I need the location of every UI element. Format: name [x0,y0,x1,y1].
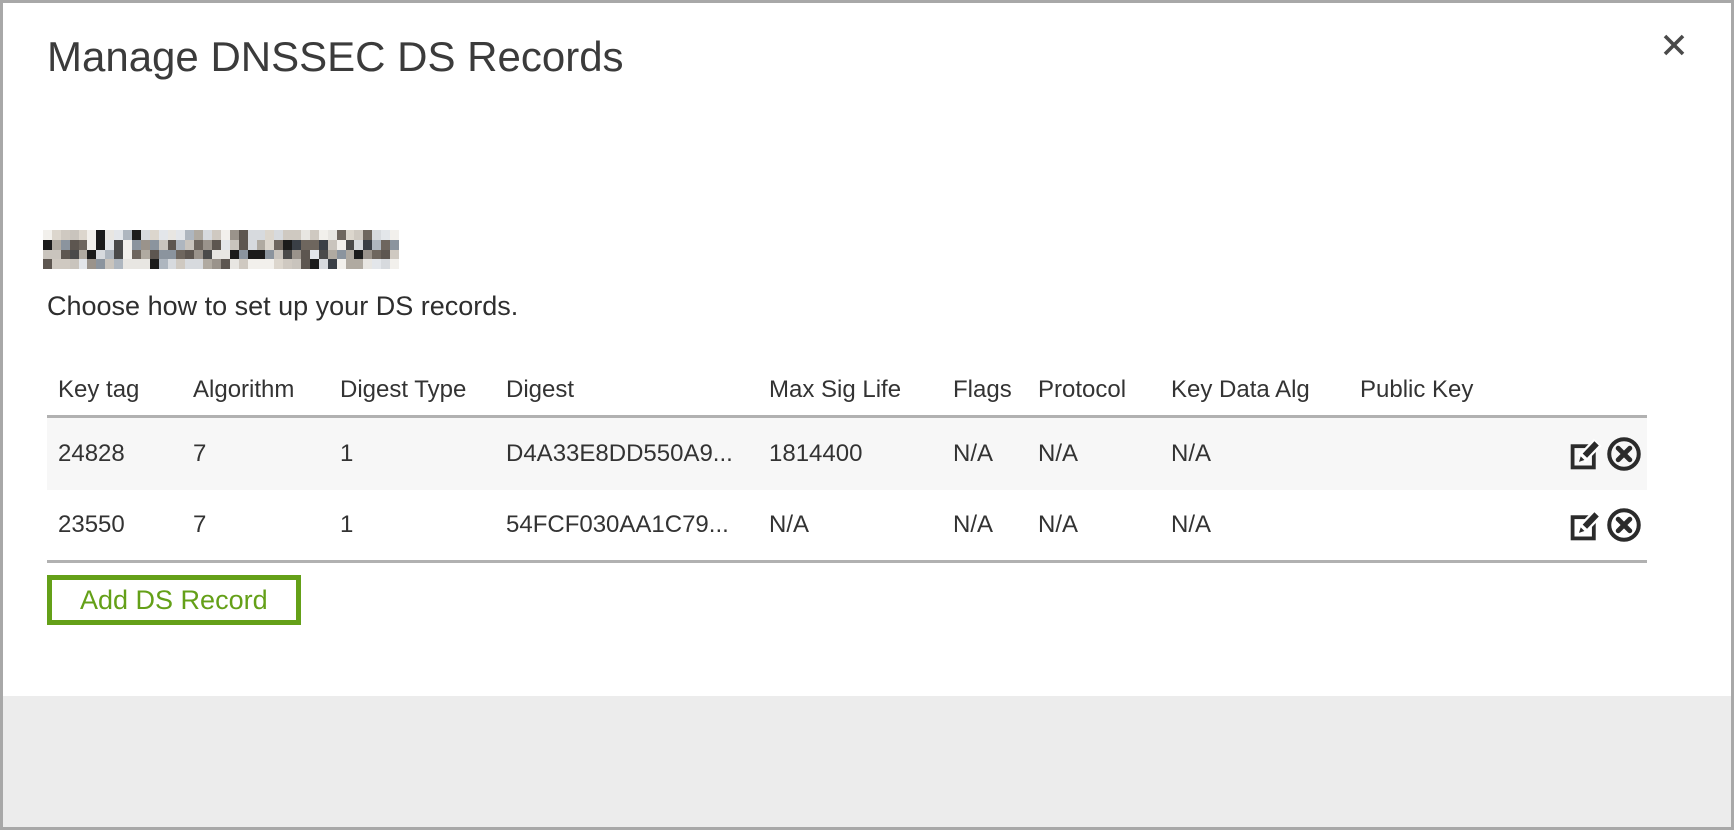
cell-digest: D4A33E8DD550A9... [506,440,769,468]
table-row: 24828 7 1 D4A33E8DD550A9... 1814400 N/A … [47,418,1647,490]
cell-algorithm: 7 [193,511,340,539]
table-header-row: Key tagAlgorithmDigest TypeDigestMax Sig… [47,365,1647,415]
cell-key-data-alg: N/A [1171,511,1360,539]
instruction-text: Choose how to set up your DS records. [47,291,518,322]
modal-footer: Save Cancel [3,696,1731,827]
cell-algorithm: 7 [193,440,340,468]
column-header: Public Key [1360,376,1567,404]
column-header: Algorithm [193,376,340,404]
column-header: Key Data Alg [1171,376,1360,404]
dnssec-modal: Manage DNSSEC DS Records Choose how to s… [0,0,1734,830]
redacted-domain-name [43,230,399,269]
cell-protocol: N/A [1038,511,1171,539]
cell-max-sig-life: 1814400 [769,440,953,468]
row-actions [1567,506,1655,544]
row-actions [1567,435,1655,473]
table-row: 23550 7 1 54FCF030AA1C79... N/A N/A N/A … [47,490,1647,560]
edit-icon[interactable] [1567,506,1605,544]
column-header: Max Sig Life [769,376,953,404]
edit-icon[interactable] [1567,435,1605,473]
delete-icon[interactable] [1605,435,1643,473]
column-header: Digest [506,376,769,404]
cell-flags: N/A [953,440,1038,468]
page-title: Manage DNSSEC DS Records [47,33,624,81]
delete-icon[interactable] [1605,506,1643,544]
column-header: Flags [953,376,1038,404]
cell-digest: 54FCF030AA1C79... [506,511,769,539]
column-header: Digest Type [340,376,506,404]
ds-records-table: Key tagAlgorithmDigest TypeDigestMax Sig… [47,365,1647,563]
cell-max-sig-life: N/A [769,511,953,539]
cell-digest-type: 1 [340,440,506,468]
add-ds-record-button[interactable]: Add DS Record [47,575,301,625]
cell-key-tag: 24828 [58,440,193,468]
close-icon[interactable] [1657,29,1691,63]
cell-flags: N/A [953,511,1038,539]
cell-key-tag: 23550 [58,511,193,539]
cell-key-data-alg: N/A [1171,440,1360,468]
cell-protocol: N/A [1038,440,1171,468]
column-header: Key tag [58,376,193,404]
table-body: 24828 7 1 D4A33E8DD550A9... 1814400 N/A … [47,415,1647,563]
cell-digest-type: 1 [340,511,506,539]
column-header: Protocol [1038,376,1171,404]
